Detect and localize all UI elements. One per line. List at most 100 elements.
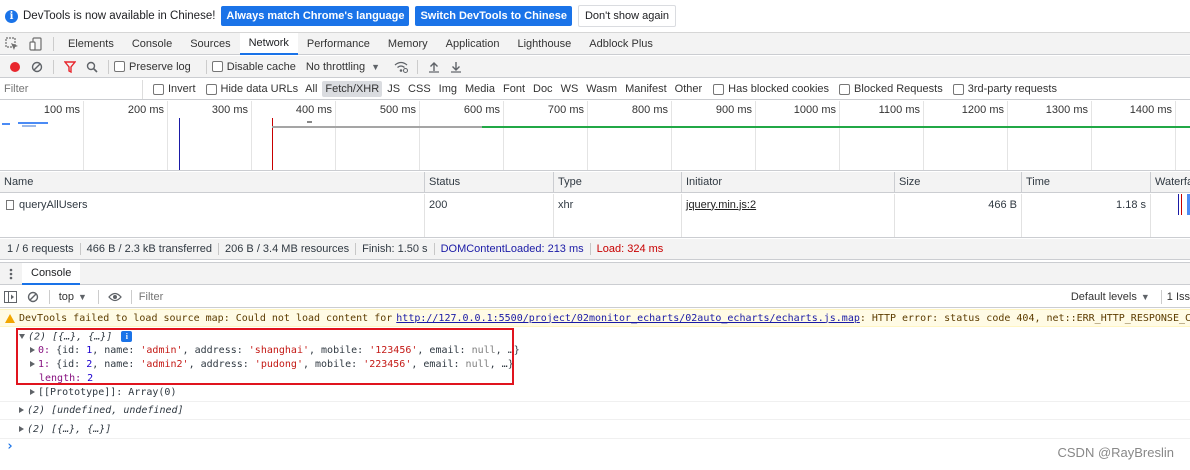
clear-console-icon[interactable] (22, 286, 44, 308)
timeline-tick-label: 300 ms (211, 104, 248, 116)
expand-triangle-icon[interactable] (19, 407, 24, 413)
timeline-tick-label: 700 ms (547, 104, 584, 116)
timeline-tick-label: 200 ms (127, 104, 164, 116)
console-log-line[interactable]: (2) [{…}, {…}] (19, 424, 111, 435)
timeline-gridline (839, 101, 840, 170)
console-prototype-property[interactable]: [[Prototype]]: Array(0) (30, 387, 176, 398)
tab-application[interactable]: Application (437, 33, 509, 55)
chevron-down-icon[interactable]: ▼ (78, 292, 87, 302)
third-party-checkbox[interactable]: 3rd-party requests (952, 83, 1067, 95)
blocked-requests-checkbox[interactable]: Blocked Requests (839, 83, 953, 95)
network-filter-input[interactable] (0, 79, 143, 99)
checkbox-box[interactable] (114, 61, 125, 72)
toolbar-divider (108, 59, 109, 74)
filter-type-js[interactable]: JS (384, 81, 403, 97)
import-har-icon[interactable] (423, 56, 445, 78)
timeline-gridline (923, 101, 924, 170)
filter-type-manifest[interactable]: Manifest (622, 81, 670, 97)
invert-checkbox[interactable]: Invert (153, 83, 206, 95)
network-overview-timeline[interactable]: 100 ms 200 ms 300 ms 400 ms 500 ms 600 m… (0, 101, 1190, 171)
column-header-status[interactable]: Status (424, 172, 553, 193)
blocked-requests-label: Blocked Requests (854, 83, 943, 95)
tab-sources[interactable]: Sources (181, 33, 239, 55)
column-divider (1021, 215, 1022, 237)
drawer-tab-console[interactable]: Console (22, 262, 81, 285)
search-icon[interactable] (81, 56, 103, 78)
request-name[interactable]: queryAllUsers (19, 199, 87, 211)
checkbox-box[interactable] (952, 83, 964, 95)
console-log-line[interactable]: (2) [undefined, undefined] (19, 405, 184, 416)
tab-performance[interactable]: Performance (298, 33, 379, 55)
filter-type-other[interactable]: Other (672, 81, 706, 97)
network-summary-bar: 1 / 6 requests 466 B / 2.3 kB transferre… (0, 239, 1190, 260)
request-bar (272, 126, 482, 128)
preserve-log-checkbox[interactable]: Preserve log (114, 61, 201, 73)
filter-icon[interactable] (59, 56, 81, 78)
filter-type-font[interactable]: Font (500, 81, 528, 97)
filter-type-ws[interactable]: WS (558, 81, 582, 97)
toolbar-divider (1160, 289, 1162, 304)
checkbox-box[interactable] (211, 61, 223, 72)
expand-triangle-icon[interactable] (30, 389, 35, 395)
filter-type-doc[interactable]: Doc (530, 81, 556, 97)
filter-type-media[interactable]: Media (462, 81, 498, 97)
checkbox-box[interactable] (205, 83, 217, 95)
column-header-time[interactable]: Time (1021, 172, 1150, 193)
checkbox-box[interactable] (153, 83, 164, 95)
warning-text: DevTools failed to load source map: Coul… (19, 312, 393, 324)
blocked-cookies-checkbox[interactable]: Has blocked cookies (713, 83, 839, 95)
tab-memory[interactable]: Memory (379, 33, 437, 55)
checkbox-box[interactable] (713, 83, 725, 95)
console-filter-input[interactable] (136, 287, 1067, 306)
filter-type-all[interactable]: All (302, 81, 320, 97)
checkbox-box[interactable] (839, 83, 851, 95)
column-header-initiator[interactable]: Initiator (681, 172, 894, 193)
always-match-language-button[interactable]: Always match Chrome's language (221, 6, 410, 26)
switch-to-chinese-button[interactable]: Switch DevTools to Chinese (415, 6, 572, 26)
dont-show-again-button[interactable]: Don't show again (577, 5, 677, 27)
tab-network[interactable]: Network (239, 32, 298, 55)
context-select[interactable]: top (59, 291, 74, 303)
network-conditions-icon[interactable] (390, 56, 412, 78)
filter-type-img[interactable]: Img (436, 81, 460, 97)
issues-counter[interactable]: 1 Iss (1167, 291, 1190, 303)
preserve-log-label: Preserve log (129, 60, 191, 73)
more-tools-icon[interactable] (0, 263, 22, 285)
tab-adblock-plus[interactable]: Adblock Plus (580, 33, 662, 55)
toolbar-divider (205, 59, 207, 74)
throttling-select[interactable]: No throttling (306, 61, 365, 73)
live-expression-eye-icon[interactable] (104, 286, 126, 308)
column-header-name[interactable]: Name (0, 172, 424, 193)
column-divider (1150, 215, 1151, 237)
column-header-waterfall[interactable]: Waterfall (1150, 172, 1190, 193)
request-bar (482, 126, 1190, 128)
filter-type-fetch-xhr[interactable]: Fetch/XHR (322, 81, 383, 97)
tab-lighthouse[interactable]: Lighthouse (508, 33, 580, 55)
table-row[interactable]: queryAllUsers (0, 194, 424, 215)
inspect-element-icon[interactable] (0, 33, 24, 55)
show-sidebar-icon[interactable] (0, 286, 22, 308)
record-icon[interactable] (4, 56, 26, 78)
clear-icon[interactable] (26, 56, 48, 78)
source-map-link[interactable]: http://127.0.0.1:5500/project/02monitor_… (396, 313, 860, 324)
export-har-icon[interactable] (445, 56, 467, 78)
disable-cache-checkbox[interactable]: Disable cache (211, 61, 306, 73)
filter-type-wasm[interactable]: Wasm (583, 81, 620, 97)
log-levels-select[interactable]: Default levels (1071, 291, 1137, 303)
device-toolbar-icon[interactable] (24, 33, 48, 55)
request-initiator-link[interactable]: jquery.min.js:2 (681, 194, 894, 215)
chevron-down-icon[interactable]: ▼ (371, 62, 380, 72)
console-output: DevTools failed to load source map: Coul… (0, 309, 1190, 470)
hide-data-urls-checkbox[interactable]: Hide data URLs (205, 83, 303, 95)
filter-type-css[interactable]: CSS (405, 81, 434, 97)
timeline-gridline (83, 101, 84, 170)
column-header-type[interactable]: Type (553, 172, 681, 193)
tab-console[interactable]: Console (123, 33, 181, 55)
chevron-down-icon[interactable]: ▼ (1141, 292, 1150, 302)
console-prompt[interactable]: › (6, 439, 14, 454)
tab-elements[interactable]: Elements (59, 33, 123, 55)
request-count: 1 / 6 requests (7, 243, 74, 255)
timeline-gridline (1007, 101, 1008, 170)
column-header-size[interactable]: Size (894, 172, 1021, 193)
expand-triangle-icon[interactable] (19, 426, 24, 432)
